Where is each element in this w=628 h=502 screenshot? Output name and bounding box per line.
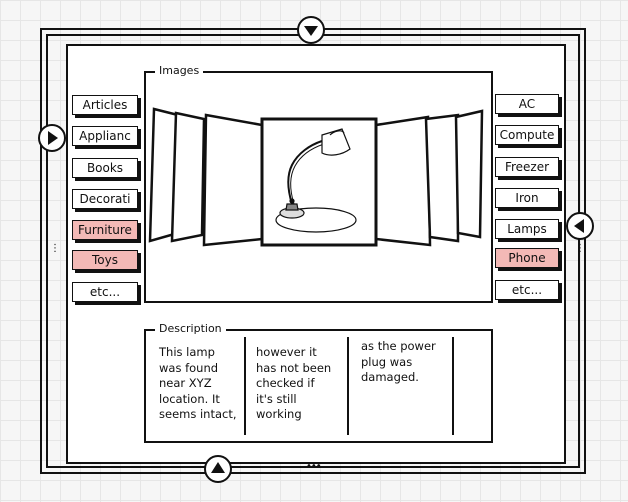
carousel-image-left-1[interactable] (202, 113, 264, 247)
category-button-furniture[interactable]: Furniture (72, 220, 138, 240)
description-column-3: as the power plug was damaged. (361, 339, 436, 384)
triangle-down-icon (304, 26, 318, 36)
category-button-decorations[interactable]: Decorati (72, 189, 138, 209)
subcategory-button-freezer[interactable]: Freezer (495, 157, 559, 177)
description-legend: Description (155, 323, 226, 335)
subcategory-button-etc[interactable]: etc... (495, 280, 559, 300)
category-button-articles[interactable]: Articles (72, 95, 138, 115)
carousel-image-right-1[interactable] (374, 115, 432, 247)
subcategory-button-computer[interactable]: Compute (495, 125, 559, 145)
left-resize-handle[interactable]: ⋮ (50, 244, 60, 254)
subcategory-button-phone[interactable]: Phone (495, 248, 559, 268)
description-column-1: This lamp was found near XYZ location. I… (159, 345, 237, 421)
bottom-resize-handle[interactable]: ••• (306, 462, 326, 472)
category-button-toys[interactable]: Toys (72, 250, 138, 270)
carousel-image-right-3[interactable] (454, 109, 484, 239)
triangle-up-icon (211, 462, 225, 473)
subcategory-button-ac[interactable]: AC (495, 94, 559, 114)
description-divider-1 (244, 337, 246, 435)
carousel-image-left-2[interactable] (170, 111, 206, 243)
scroll-up-button[interactable] (297, 16, 325, 44)
description-divider-3 (452, 337, 454, 435)
subcategory-button-lamps[interactable]: Lamps (495, 219, 559, 239)
category-button-books[interactable]: Books (72, 158, 138, 178)
next-category-button[interactable] (566, 212, 594, 240)
scroll-down-button[interactable] (204, 455, 232, 483)
description-divider-2 (347, 337, 349, 435)
subcategory-button-iron[interactable]: Iron (495, 188, 559, 208)
triangle-left-icon (574, 219, 584, 233)
category-button-appliances[interactable]: Applianc (72, 126, 138, 146)
carousel-image-right-2[interactable] (424, 113, 460, 243)
category-button-etc[interactable]: etc... (72, 282, 138, 302)
previous-category-button[interactable] (38, 124, 66, 152)
image-carousel[interactable] (146, 73, 491, 301)
carousel-image-center[interactable] (260, 117, 378, 247)
right-resize-handle[interactable]: ⋮ (575, 244, 585, 254)
triangle-right-icon (48, 131, 58, 145)
description-column-2: however it has not been checked if it's … (256, 345, 332, 421)
